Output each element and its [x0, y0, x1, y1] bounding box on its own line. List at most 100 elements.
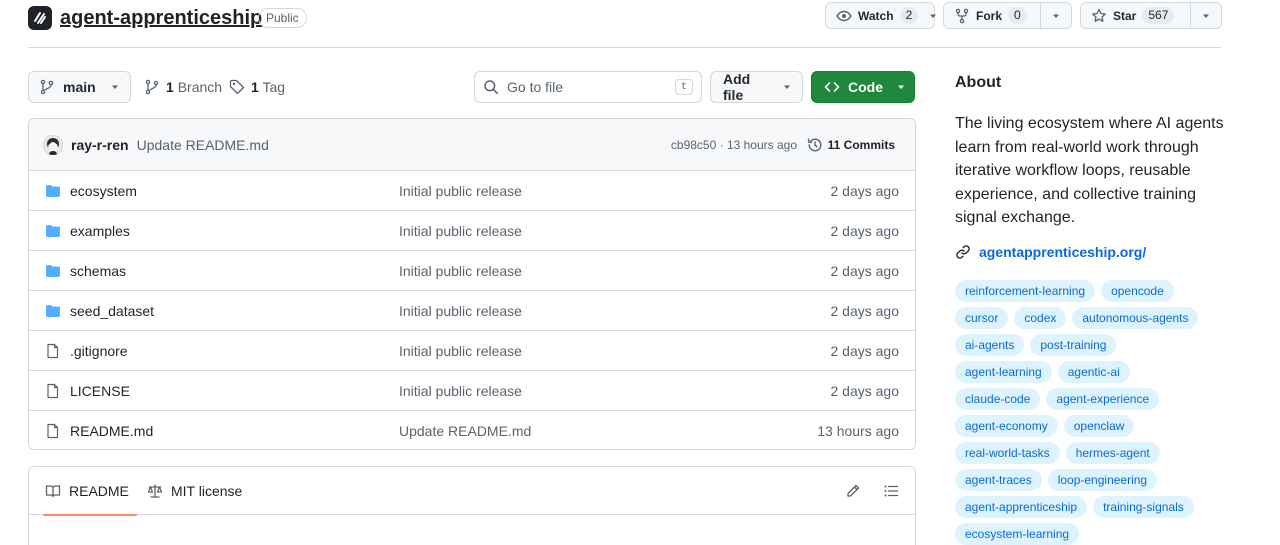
file-commit-message[interactable]: Initial public release: [399, 263, 522, 279]
topic-tag[interactable]: codex: [1014, 307, 1067, 329]
topic-tag[interactable]: reinforcement-learning: [955, 280, 1096, 302]
code-button[interactable]: Code: [811, 71, 915, 103]
file-commit-message[interactable]: Initial public release: [399, 303, 522, 319]
topic-tag[interactable]: agentic-ai: [1057, 361, 1130, 383]
git-branch-icon: [40, 79, 54, 95]
history-icon: [807, 138, 822, 151]
file-name-link[interactable]: .gitignore: [70, 343, 128, 359]
table-row[interactable]: ecosystem Initial public release 2 days …: [29, 171, 915, 211]
tab-readme[interactable]: README: [43, 467, 137, 516]
topic-tag[interactable]: loop-engineering: [1047, 469, 1158, 491]
branch-selector[interactable]: main: [28, 71, 131, 103]
fork-dropdown[interactable]: [1040, 3, 1071, 28]
commits-count-label: 11 Commits: [827, 137, 895, 152]
go-to-file-input[interactable]: [507, 79, 667, 95]
repo-name-link[interactable]: agent-apprenticeship: [60, 4, 262, 32]
topic-tag[interactable]: agent-apprenticeship: [955, 496, 1088, 518]
topic-tag[interactable]: cursor: [955, 307, 1009, 329]
topic-tag[interactable]: real-world-tasks: [955, 442, 1060, 464]
active-tab-indicator: [43, 514, 137, 516]
topic-tag[interactable]: claude-code: [955, 388, 1041, 410]
file-name-link[interactable]: LICENSE: [70, 383, 130, 399]
go-to-file-search[interactable]: t: [474, 71, 702, 103]
star-dropdown[interactable]: [1190, 3, 1221, 28]
fork-label: Fork: [976, 8, 1003, 23]
topic-tag[interactable]: ai-agents: [955, 334, 1025, 356]
topic-tag[interactable]: agent-economy: [955, 415, 1058, 437]
table-row[interactable]: LICENSE Initial public release 2 days ag…: [29, 371, 915, 411]
table-row[interactable]: schemas Initial public release 2 days ag…: [29, 251, 915, 291]
file-name-link[interactable]: examples: [70, 223, 130, 239]
commit-author-link[interactable]: ray-r-ren: [71, 137, 129, 153]
file-name-link[interactable]: schemas: [70, 263, 126, 279]
file-commit-message[interactable]: Initial public release: [399, 223, 522, 239]
topic-tag[interactable]: opencode: [1101, 280, 1174, 302]
watch-button[interactable]: Watch 2: [826, 3, 928, 28]
tags-link[interactable]: 1 Tag: [229, 79, 285, 95]
triangle-down-icon: [1053, 14, 1059, 18]
topic-tag[interactable]: ecosystem-learning: [955, 523, 1080, 545]
topic-tag[interactable]: agent-traces: [955, 469, 1042, 491]
topic-tag[interactable]: agent-experience: [1046, 388, 1160, 410]
watch-count: 2: [899, 7, 919, 24]
topic-tag[interactable]: autonomous-agents: [1072, 307, 1199, 329]
topic-tag[interactable]: agent-learning: [955, 361, 1052, 383]
watch-button-group[interactable]: Watch 2: [825, 2, 938, 29]
commits-history-link[interactable]: 11 Commits: [807, 137, 895, 153]
file-icon: [47, 423, 59, 439]
tab-readme-label: README: [69, 483, 129, 499]
file-commit-message[interactable]: Initial public release: [399, 383, 522, 399]
edit-readme-button[interactable]: [845, 483, 861, 499]
branches-label: Branch: [177, 79, 223, 95]
commit-hash-time[interactable]: cb98c50 · 13 hours ago: [671, 138, 797, 152]
topic-tag[interactable]: openclaw: [1063, 415, 1135, 437]
triangle-down-icon: [898, 85, 904, 89]
code-icon: [824, 82, 840, 92]
table-row[interactable]: .gitignore Initial public release 2 days…: [29, 331, 915, 371]
file-commit-message[interactable]: Initial public release: [399, 183, 522, 199]
star-icon: [1092, 8, 1106, 22]
about-heading: About: [955, 74, 1002, 91]
table-row[interactable]: seed_dataset Initial public release 2 da…: [29, 291, 915, 331]
watch-dropdown[interactable]: [928, 3, 938, 28]
tab-license-label: MIT license: [171, 483, 243, 499]
table-row[interactable]: examples Initial public release 2 days a…: [29, 211, 915, 251]
file-commit-date: 2 days ago: [830, 342, 900, 359]
topic-tag[interactable]: hermes-agent: [1065, 442, 1160, 464]
file-commit-date: 2 days ago: [830, 382, 900, 399]
fork-button-group[interactable]: Fork 0: [943, 2, 1072, 29]
file-name-link[interactable]: ecosystem: [70, 183, 137, 199]
topic-tag[interactable]: training-signals: [1093, 496, 1194, 518]
homepage-url: agentapprenticeship.org/: [979, 244, 1147, 260]
book-icon: [45, 485, 61, 498]
star-button-group[interactable]: Star 567: [1080, 2, 1222, 29]
fork-count: 0: [1008, 7, 1027, 24]
table-row[interactable]: README.md Update README.md 13 hours ago: [29, 411, 915, 449]
add-file-button[interactable]: Add file: [710, 71, 803, 103]
triangle-down-icon: [1203, 14, 1209, 18]
file-name-link[interactable]: seed_dataset: [70, 303, 154, 319]
branch-name: main: [63, 79, 96, 95]
avatar[interactable]: [43, 134, 63, 155]
homepage-link[interactable]: agentapprenticeship.org/: [955, 244, 1146, 260]
folder-icon: [46, 305, 60, 317]
search-icon: [484, 80, 499, 95]
fork-button[interactable]: Fork 0: [944, 3, 1040, 28]
file-commit-date: 13 hours ago: [817, 423, 899, 439]
commit-message-link[interactable]: Update README.md: [137, 137, 269, 153]
file-commit-message[interactable]: Initial public release: [399, 343, 522, 359]
branches-link[interactable]: 1 Branch: [144, 79, 222, 95]
topic-tag[interactable]: post-training: [1030, 334, 1117, 356]
star-button[interactable]: Star 567: [1081, 3, 1190, 28]
repo-logo-icon: [28, 6, 52, 30]
law-scale-icon: [147, 484, 163, 498]
outline-button[interactable]: [883, 483, 899, 499]
pencil-icon: [847, 484, 860, 497]
folder-icon: [46, 225, 60, 237]
file-name-link[interactable]: README.md: [70, 423, 153, 439]
visibility-badge: Public: [258, 8, 307, 28]
file-commit-message[interactable]: Update README.md: [399, 423, 531, 439]
tab-license[interactable]: MIT license: [147, 467, 242, 515]
triangle-down-icon: [112, 85, 118, 89]
readme-panel: README MIT license: [28, 466, 916, 545]
